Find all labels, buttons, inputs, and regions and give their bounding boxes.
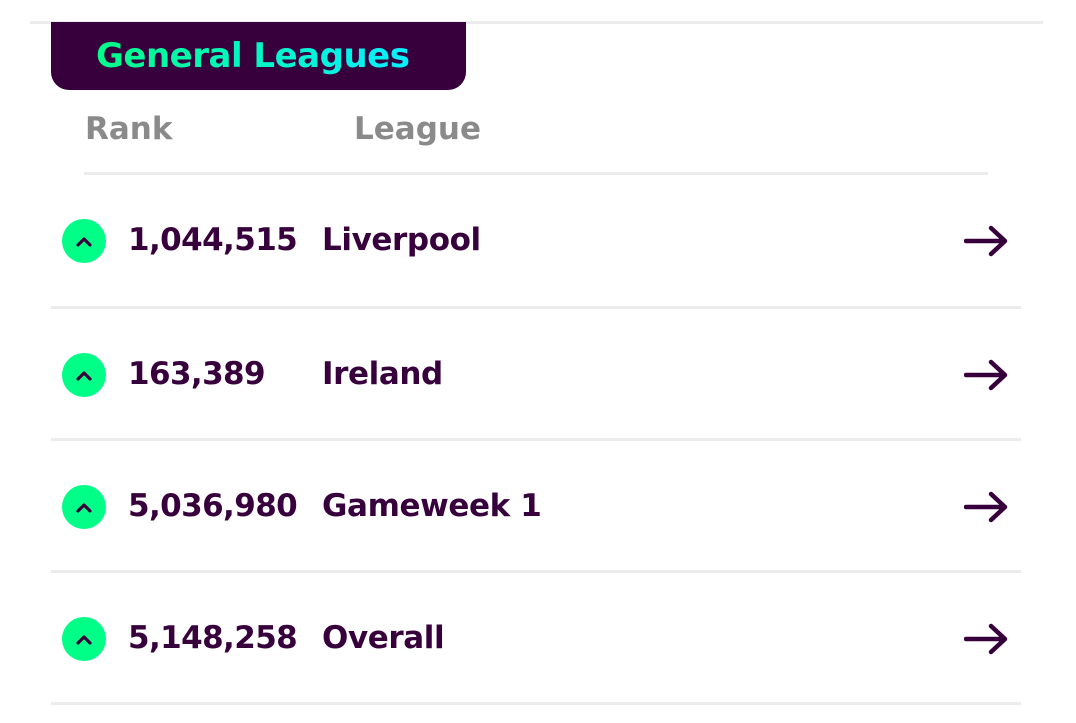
league-row-overall[interactable]: 5,148,258 Overall (51, 573, 1021, 705)
rank-value: 163,389 (128, 356, 266, 392)
league-name: Overall (322, 620, 445, 656)
rank-value: 5,036,980 (128, 488, 298, 524)
arrow-right-icon[interactable] (963, 621, 1010, 657)
league-row-ireland[interactable]: 163,389 Ireland (51, 309, 1021, 441)
league-name: Ireland (322, 356, 443, 392)
rank-up-badge (62, 219, 106, 263)
chevron-up-icon (76, 635, 92, 645)
arrow-right-icon[interactable] (963, 223, 1010, 259)
rank-up-badge (62, 353, 106, 397)
arrow-right-icon[interactable] (963, 489, 1010, 525)
chevron-up-icon (76, 237, 92, 247)
rank-value: 5,148,258 (128, 620, 298, 656)
arrow-right-icon[interactable] (963, 357, 1010, 393)
rank-up-badge (62, 485, 106, 529)
league-list: 1,044,515 Liverpool 163,389 Ireland 5,03… (51, 175, 1021, 705)
column-header-rank: Rank (85, 111, 173, 147)
chevron-up-icon (76, 503, 92, 513)
chevron-up-icon (76, 371, 92, 381)
section-title: General Leagues (96, 36, 410, 76)
general-leagues-panel: General Leagues Rank League 1,044,515 Li… (0, 0, 1076, 723)
league-name: Gameweek 1 (322, 488, 542, 524)
league-row-gameweek-1[interactable]: 5,036,980 Gameweek 1 (51, 441, 1021, 573)
table-header: Rank League (84, 108, 988, 172)
column-header-league: League (354, 111, 481, 147)
league-name: Liverpool (322, 222, 481, 258)
rank-value: 1,044,515 (128, 222, 298, 258)
rank-up-badge (62, 617, 106, 661)
section-header: General Leagues (51, 22, 466, 90)
league-row-liverpool[interactable]: 1,044,515 Liverpool (51, 175, 1021, 309)
